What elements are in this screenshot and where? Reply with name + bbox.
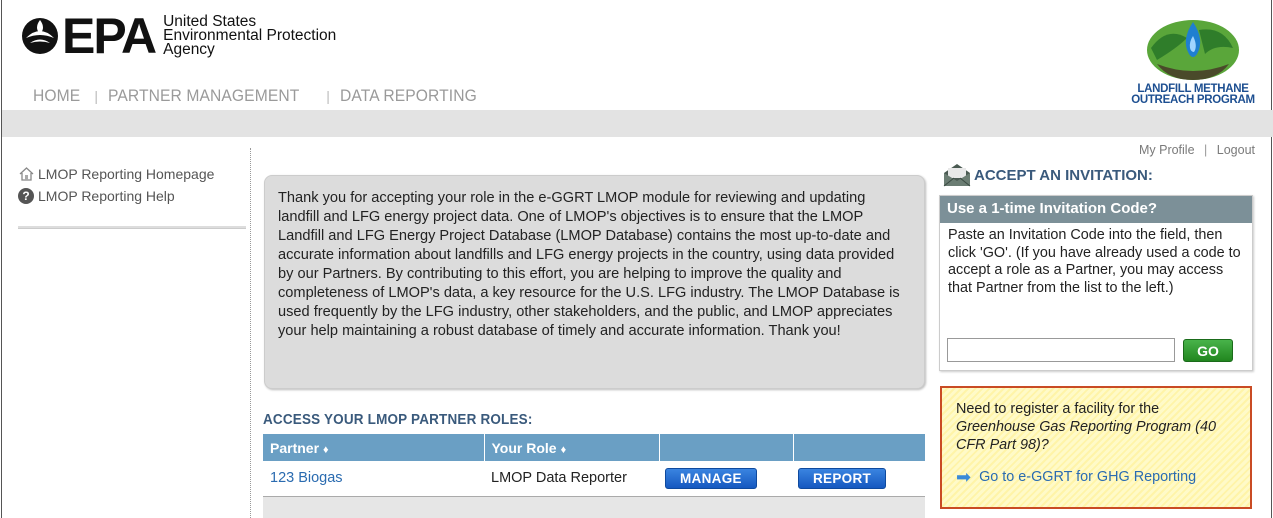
envelope-icon bbox=[943, 164, 971, 187]
lmop-logo-text: LANDFILL METHANE OUTREACH PROGRAM bbox=[1127, 83, 1259, 106]
invitation-title: ACCEPT AN INVITATION: bbox=[942, 162, 1153, 188]
report-cell: REPORT bbox=[793, 461, 925, 497]
invitation-box-header: Use a 1-time Invitation Code? bbox=[940, 196, 1252, 223]
report-button[interactable]: REPORT bbox=[798, 467, 887, 489]
nav-partner-management[interactable]: PARTNER MANAGEMENT bbox=[108, 86, 299, 106]
nav-home[interactable]: HOME bbox=[33, 86, 80, 106]
ghg-link-label: Go to e-GGRT for GHG Reporting bbox=[979, 469, 1197, 485]
invitation-title-text: ACCEPT AN INVITATION: bbox=[974, 166, 1153, 184]
column-header-role[interactable]: Your Role ♦ bbox=[484, 434, 660, 461]
home-icon bbox=[18, 166, 34, 182]
invitation-instructions: Paste an Invitation Code into the field,… bbox=[948, 227, 1241, 296]
logout-link[interactable]: Logout bbox=[1217, 143, 1255, 157]
page-frame: EPA United States Environmental Protecti… bbox=[1, 0, 1273, 518]
go-button[interactable]: GO bbox=[1183, 339, 1233, 362]
invitation-box: Use a 1-time Invitation Code? Paste an I… bbox=[939, 195, 1253, 371]
sidebar-item-label: LMOP Reporting Homepage bbox=[38, 166, 215, 182]
column-header-partner[interactable]: Partner ♦ bbox=[263, 434, 485, 461]
roles-table: Partner ♦ Your Role ♦ 123 Biogas LMOP Data… bbox=[263, 434, 925, 497]
agency-line-3: Agency bbox=[163, 41, 215, 58]
top-nav: HOME | PARTNER MANAGEMENT | DATA REPORTI… bbox=[33, 86, 489, 106]
lmop-line-2: OUTREACH PROGRAM bbox=[1131, 94, 1255, 106]
profile-separator: | bbox=[1204, 143, 1208, 157]
manage-button[interactable]: MANAGE bbox=[665, 467, 757, 489]
sidebar-item-homepage[interactable]: LMOP Reporting Homepage bbox=[18, 163, 246, 185]
ghg-link[interactable]: ➡ Go to e-GGRT for GHG Reporting bbox=[956, 468, 1236, 486]
my-profile-link[interactable]: My Profile bbox=[1139, 143, 1195, 157]
intro-message: Thank you for accepting your role in the… bbox=[264, 175, 925, 389]
table-header-row: Partner ♦ Your Role ♦ bbox=[263, 434, 925, 461]
roles-heading: ACCESS YOUR LMOP PARTNER ROLES: bbox=[263, 412, 533, 428]
partner-link[interactable]: 123 Biogas bbox=[270, 470, 343, 486]
column-header-report bbox=[793, 434, 925, 461]
lmop-globe-icon bbox=[1147, 20, 1239, 80]
invitation-code-input[interactable] bbox=[947, 338, 1175, 362]
header-gray-bar bbox=[2, 110, 1273, 137]
epa-logo[interactable]: EPA United States Environmental Protecti… bbox=[20, 8, 336, 64]
manage-cell: MANAGE bbox=[659, 461, 793, 497]
profile-links: My Profile | Logout bbox=[1139, 143, 1255, 157]
arrow-right-icon: ➡ bbox=[956, 467, 972, 487]
ghg-reporting-box: Need to register a facility for the Gree… bbox=[940, 386, 1252, 509]
nav-data-reporting[interactable]: DATA REPORTING bbox=[340, 86, 477, 106]
sidebar-divider bbox=[18, 226, 246, 229]
sidebar: LMOP Reporting Homepage ? LMOP Reporting… bbox=[18, 163, 246, 207]
epa-flower-icon bbox=[22, 18, 58, 54]
sort-icon: ♦ bbox=[560, 443, 567, 456]
column-header-label: Partner bbox=[270, 439, 320, 456]
nav-separator: | bbox=[94, 88, 99, 104]
nav-separator: | bbox=[326, 88, 330, 104]
sort-icon: ♦ bbox=[323, 443, 329, 456]
help-icon: ? bbox=[18, 188, 34, 204]
agency-name: United States Environmental Protection A… bbox=[163, 14, 336, 58]
lmop-logo[interactable]: LANDFILL METHANE OUTREACH PROGRAM bbox=[1127, 8, 1259, 106]
sidebar-item-label: LMOP Reporting Help bbox=[38, 188, 175, 204]
sidebar-item-help[interactable]: ? LMOP Reporting Help bbox=[18, 185, 246, 207]
column-header-manage bbox=[659, 434, 794, 461]
column-header-label: Your Role bbox=[491, 439, 557, 456]
partner-cell: 123 Biogas bbox=[263, 461, 484, 497]
role-cell: LMOP Data Reporter bbox=[484, 461, 659, 497]
epa-letters: EPA bbox=[62, 8, 157, 64]
table-footer bbox=[263, 497, 925, 518]
column-divider bbox=[250, 148, 251, 518]
ghg-program-name: Greenhouse Gas Reporting Program (40 CFR… bbox=[956, 419, 1216, 453]
ghg-prompt: Need to register a facility for the bbox=[956, 401, 1160, 417]
table-row: 123 Biogas LMOP Data Reporter MANAGE REP… bbox=[263, 461, 925, 497]
